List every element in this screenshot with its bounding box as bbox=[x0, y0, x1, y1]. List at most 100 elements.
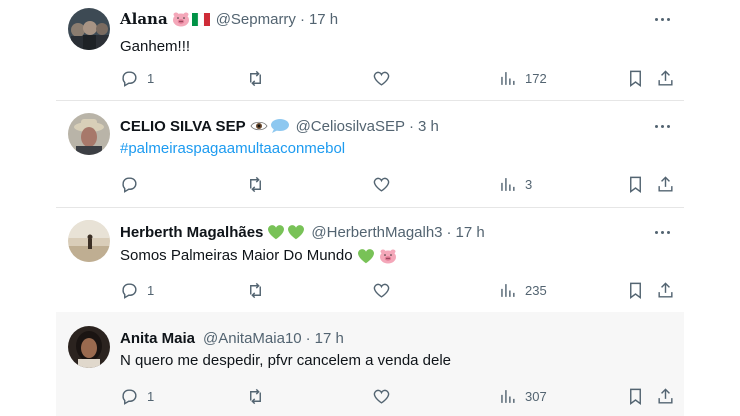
action-bar: 3 bbox=[120, 173, 675, 195]
bookmark-icon bbox=[630, 176, 641, 193]
flag-italy-icon bbox=[191, 12, 210, 26]
more-icon bbox=[654, 17, 658, 21]
action-bar: 1 307 bbox=[120, 385, 675, 407]
repost-button[interactable] bbox=[246, 67, 273, 89]
more-button[interactable] bbox=[652, 9, 672, 29]
repost-button[interactable] bbox=[246, 385, 273, 407]
more-button[interactable] bbox=[652, 222, 672, 242]
share-icon bbox=[658, 281, 673, 298]
green-heart-icon bbox=[288, 225, 305, 240]
tweet-text: Somos Palmeiras Maior Do Mundo bbox=[120, 246, 664, 266]
view-count: 172 bbox=[525, 70, 547, 86]
repost-icon bbox=[250, 176, 261, 192]
bookmark-icon bbox=[630, 282, 641, 299]
reply-count: 1 bbox=[147, 388, 155, 404]
bookmark-button[interactable] bbox=[626, 173, 645, 195]
views-button[interactable]: 235 bbox=[498, 279, 547, 301]
tweet-herberth[interactable]: Herberth Magalhães @HerberthMagalh3 · 17… bbox=[56, 208, 684, 312]
reply-button[interactable]: 1 bbox=[120, 279, 154, 301]
pig-face-icon bbox=[379, 249, 396, 264]
avatar[interactable] bbox=[68, 326, 110, 368]
reply-icon bbox=[122, 176, 137, 193]
share-icon bbox=[658, 69, 673, 86]
share-button[interactable] bbox=[656, 279, 675, 301]
display-name[interactable]: CELIO SILVA SEP bbox=[120, 118, 246, 135]
tweet-text: #palmeiraspagaamultaaconmebol bbox=[120, 139, 664, 159]
action-bar: 1 235 bbox=[120, 279, 675, 301]
tweet-text-content: Ganhem!!! bbox=[120, 38, 191, 55]
views-icon bbox=[501, 283, 515, 297]
tweet-text: N quero me despedir, pfvr cancelem a ven… bbox=[120, 351, 664, 371]
reply-button[interactable] bbox=[120, 173, 147, 195]
green-heart-icon bbox=[357, 249, 374, 264]
view-count: 307 bbox=[525, 388, 547, 404]
share-button[interactable] bbox=[656, 385, 675, 407]
bookmark-icon bbox=[630, 388, 641, 405]
share-icon bbox=[658, 175, 673, 192]
tweet-text-content: N quero me despedir, pfvr cancelem a ven… bbox=[120, 352, 452, 369]
like-button[interactable] bbox=[372, 67, 399, 89]
name-emojis bbox=[250, 118, 290, 134]
views-button[interactable]: 307 bbox=[498, 385, 547, 407]
views-icon bbox=[501, 177, 515, 191]
timestamp[interactable]: 17 h bbox=[456, 224, 485, 241]
tweet-celio[interactable]: CELIO SILVA SEP @CeliosilvaSEP · 3 h #pa… bbox=[56, 101, 684, 207]
eye-icon bbox=[250, 121, 268, 131]
avatar[interactable] bbox=[68, 8, 110, 50]
username[interactable]: @HerberthMagalh3 bbox=[311, 224, 442, 241]
action-bar: 1 172 bbox=[120, 67, 675, 89]
more-button[interactable] bbox=[652, 116, 672, 136]
like-icon bbox=[373, 177, 390, 192]
green-heart-icon bbox=[268, 225, 285, 240]
view-count: 3 bbox=[525, 176, 533, 192]
reply-icon bbox=[122, 388, 137, 405]
view-count: 235 bbox=[525, 282, 547, 298]
views-icon bbox=[501, 71, 515, 85]
tweet-header: Alana @Sepmarry · 17 h bbox=[120, 9, 624, 29]
username[interactable]: @AnitaMaia10 bbox=[203, 330, 302, 347]
username[interactable]: @CeliosilvaSEP bbox=[296, 118, 405, 135]
like-icon bbox=[373, 283, 390, 298]
timestamp[interactable]: 17 h bbox=[309, 11, 338, 28]
share-button[interactable] bbox=[656, 173, 675, 195]
views-button[interactable]: 3 bbox=[498, 173, 532, 195]
separator: · bbox=[446, 223, 452, 241]
pig-face-icon bbox=[172, 12, 189, 27]
timestamp[interactable]: 17 h bbox=[315, 330, 344, 347]
display-name[interactable]: Anita Maia bbox=[120, 330, 195, 347]
separator: · bbox=[409, 117, 415, 135]
speech-bubble-icon bbox=[270, 119, 289, 133]
display-name[interactable]: Alana bbox=[120, 10, 168, 28]
hashtag-link[interactable]: #palmeiraspagaamultaaconmebol bbox=[120, 139, 345, 159]
repost-button[interactable] bbox=[246, 279, 273, 301]
share-button[interactable] bbox=[656, 67, 675, 89]
repost-button[interactable] bbox=[246, 173, 273, 195]
reply-button[interactable]: 1 bbox=[120, 385, 154, 407]
tweet-anita[interactable]: Anita Maia @AnitaMaia10 · 17 h N quero m… bbox=[56, 312, 684, 416]
tweet-header: CELIO SILVA SEP @CeliosilvaSEP · 3 h bbox=[120, 116, 624, 136]
bookmark-button[interactable] bbox=[626, 385, 645, 407]
like-button[interactable] bbox=[372, 385, 399, 407]
tweet-text-content: Somos Palmeiras Maior Do Mundo bbox=[120, 247, 353, 264]
tweet-alana[interactable]: Alana @Sepmarry · 17 h Ganhem!!! 1 172 bbox=[56, 0, 684, 100]
reply-count: 1 bbox=[147, 70, 155, 86]
tweet-header: Anita Maia @AnitaMaia10 · 17 h bbox=[120, 328, 624, 348]
username[interactable]: @Sepmarry bbox=[216, 11, 296, 28]
display-name[interactable]: Herberth Magalhães bbox=[120, 224, 263, 241]
timestamp[interactable]: 3 h bbox=[418, 118, 439, 135]
reply-button[interactable]: 1 bbox=[120, 67, 154, 89]
separator: · bbox=[305, 329, 311, 347]
name-emojis bbox=[172, 11, 210, 27]
views-button[interactable]: 172 bbox=[498, 67, 547, 89]
like-icon bbox=[373, 71, 390, 86]
avatar[interactable] bbox=[68, 220, 110, 262]
bookmark-button[interactable] bbox=[626, 279, 645, 301]
name-emojis bbox=[267, 224, 305, 240]
bookmark-button[interactable] bbox=[626, 67, 645, 89]
avatar[interactable] bbox=[68, 113, 110, 155]
repost-icon bbox=[250, 282, 261, 298]
like-button[interactable] bbox=[372, 279, 399, 301]
like-button[interactable] bbox=[372, 173, 399, 195]
repost-icon bbox=[250, 70, 261, 86]
more-icon bbox=[654, 124, 658, 128]
